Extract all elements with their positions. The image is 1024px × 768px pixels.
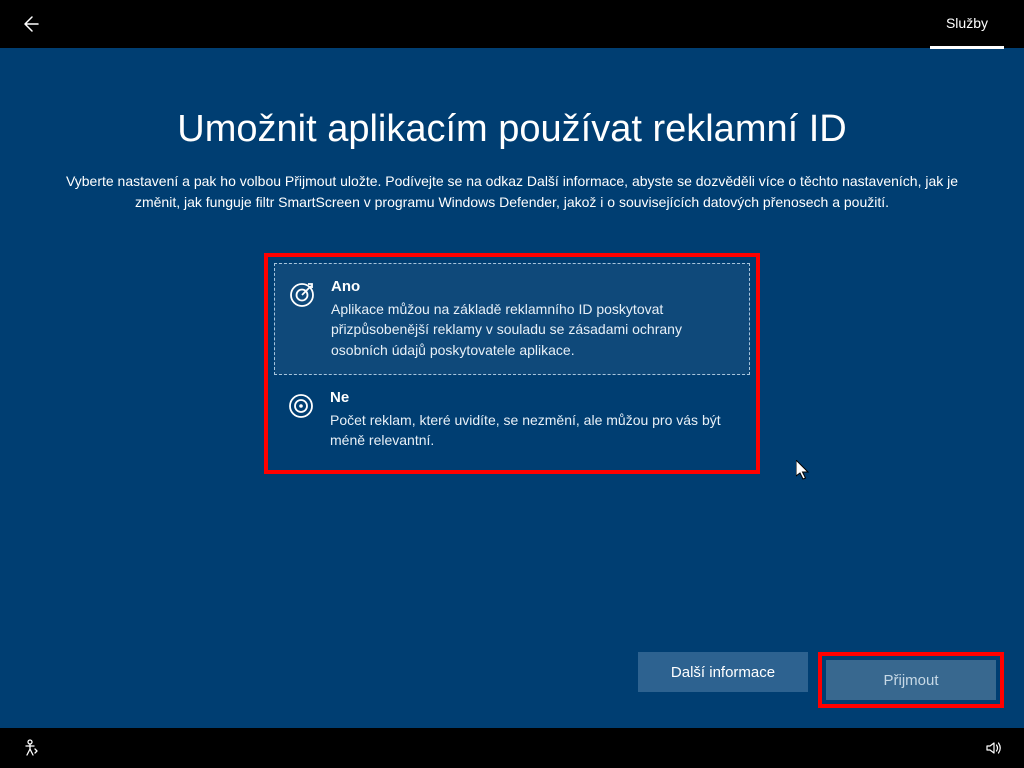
option-yes[interactable]: Ano Aplikace můžou na základě reklamního… <box>274 263 750 375</box>
tab-services[interactable]: Služby <box>930 1 1004 49</box>
accept-highlight: Přijmout <box>818 652 1004 708</box>
page-subtitle: Vyberte nastavení a pak ho volbou Přijmo… <box>42 171 982 213</box>
accept-button[interactable]: Přijmout <box>826 660 996 700</box>
arrow-left-icon <box>20 14 40 34</box>
accessibility-icon <box>20 738 40 758</box>
option-no-title: Ne <box>330 389 738 406</box>
footer-buttons: Další informace Přijmout <box>638 652 1004 708</box>
page-title: Umožnit aplikacím používat reklamní ID <box>40 108 984 151</box>
tab-label: Služby <box>946 15 988 31</box>
content: Umožnit aplikacím používat reklamní ID V… <box>0 48 1024 474</box>
topbar: Služby <box>0 0 1024 48</box>
accept-label: Přijmout <box>883 672 938 689</box>
option-yes-text: Ano Aplikace můžou na základě reklamního… <box>331 278 737 360</box>
option-no-text: Ne Počet reklam, které uvidíte, se nezmě… <box>330 389 738 451</box>
options-highlight: Ano Aplikace můžou na základě reklamního… <box>264 253 760 474</box>
target-icon <box>286 391 316 421</box>
more-info-button[interactable]: Další informace <box>638 652 808 692</box>
target-arrow-icon <box>287 280 317 310</box>
more-info-label: Další informace <box>671 664 775 681</box>
tab-area: Služby <box>930 0 1004 48</box>
option-yes-title: Ano <box>331 278 737 295</box>
option-yes-desc: Aplikace můžou na základě reklamního ID … <box>331 299 737 360</box>
option-no[interactable]: Ne Počet reklam, které uvidíte, se nezmě… <box>274 375 750 465</box>
bottombar <box>0 728 1024 768</box>
option-no-desc: Počet reklam, které uvidíte, se nezmění,… <box>330 410 738 451</box>
back-button[interactable] <box>20 14 40 34</box>
volume-button[interactable] <box>984 738 1004 758</box>
accessibility-button[interactable] <box>20 738 40 758</box>
volume-icon <box>984 738 1004 758</box>
